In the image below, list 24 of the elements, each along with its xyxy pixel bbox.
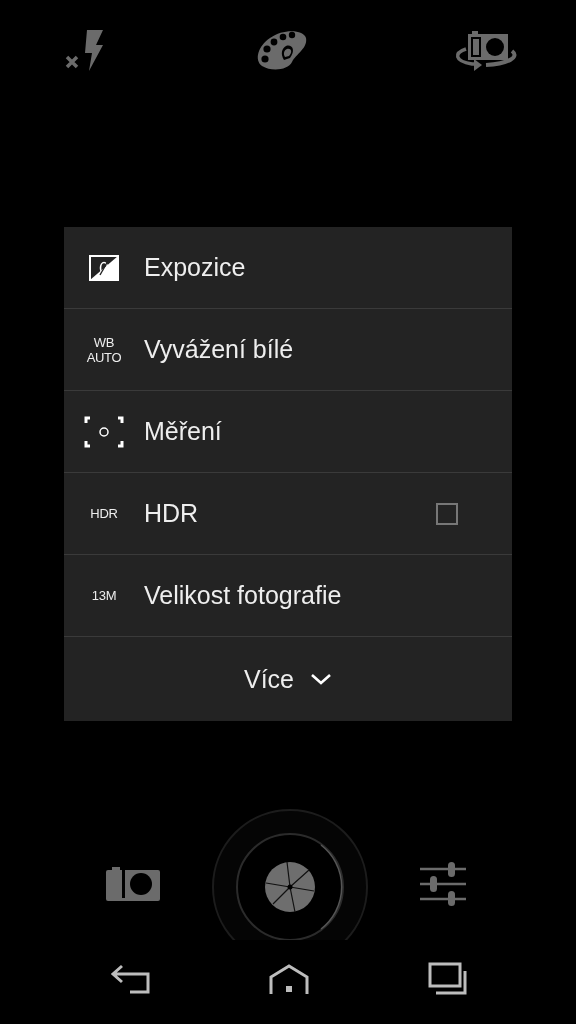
exposure-icon bbox=[89, 254, 119, 281]
menu-item[interactable]: Expozice bbox=[64, 227, 512, 309]
more-button[interactable]: Více bbox=[64, 637, 512, 721]
camera-icon[interactable] bbox=[106, 867, 160, 901]
menu-item[interactable]: Měření bbox=[64, 391, 512, 473]
menu-item[interactable]: 13M Velikost fotografie bbox=[64, 555, 512, 637]
recent-apps-icon[interactable] bbox=[428, 962, 468, 996]
settings-sliders-icon[interactable] bbox=[420, 862, 466, 906]
setting-value-label: WB AUTO bbox=[86, 334, 122, 365]
menu-item-label: Vyvážení bílé bbox=[144, 335, 295, 364]
chevron-down-icon bbox=[310, 672, 332, 686]
menu-item[interactable]: WB AUTO Vyvážení bílé bbox=[64, 309, 512, 391]
back-icon[interactable] bbox=[110, 964, 150, 994]
home-icon[interactable] bbox=[269, 964, 309, 994]
metering-icon bbox=[84, 415, 124, 448]
menu-item-label: Měření bbox=[144, 417, 223, 446]
shutter-button[interactable] bbox=[211, 808, 369, 940]
menu-item-label: Velikost fotografie bbox=[144, 581, 343, 610]
hdr-checkbox[interactable] bbox=[436, 502, 458, 525]
menu-item-label: HDR bbox=[144, 499, 200, 528]
setting-value-label: 13M bbox=[91, 588, 117, 603]
menu-item[interactable]: HDR HDR bbox=[64, 473, 512, 555]
menu-item-label: Expozice bbox=[144, 253, 247, 282]
setting-value-label: HDR bbox=[90, 506, 118, 521]
